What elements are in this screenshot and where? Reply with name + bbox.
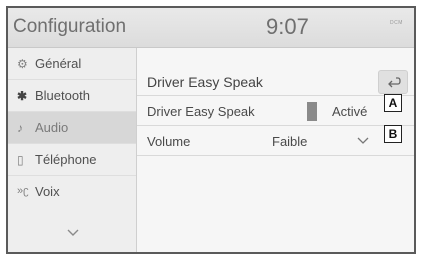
- settings-panel: Driver Easy Speak Driver Easy Speak Acti…: [137, 48, 414, 252]
- volume-label: Volume: [147, 134, 191, 149]
- back-button[interactable]: [378, 70, 408, 94]
- sidebar-item-label: Téléphone: [35, 152, 97, 167]
- chevron-down-icon[interactable]: [357, 137, 369, 145]
- music-note-icon: ♪: [17, 121, 23, 135]
- sidebar-item-label: Voix: [35, 184, 60, 199]
- driver-easy-speak-row[interactable]: Driver Easy Speak Activé: [137, 96, 414, 126]
- panel-heading: Driver Easy Speak: [137, 65, 414, 96]
- bluetooth-icon: ✱: [17, 89, 28, 103]
- volume-row[interactable]: Volume Faible: [137, 126, 414, 156]
- phone-icon: ▯: [17, 153, 24, 167]
- voice-icon: »ʗ: [17, 185, 29, 197]
- page-title: Configuration: [13, 16, 127, 37]
- chevron-down-icon[interactable]: [66, 227, 80, 239]
- clock: 9:07: [266, 14, 309, 39]
- sidebar-item-label: Audio: [35, 120, 69, 135]
- sidebar-item-voix[interactable]: »ʗ Voix: [8, 176, 136, 208]
- dcm-icon: DCM: [390, 20, 403, 26]
- sidebar-item-bluetooth[interactable]: ✱ Bluetooth: [8, 80, 136, 112]
- driver-easy-speak-label: Driver Easy Speak: [147, 104, 255, 119]
- panel-heading-label: Driver Easy Speak: [147, 74, 263, 90]
- sidebar-item-audio[interactable]: ♪ Audio: [8, 112, 136, 144]
- toggle-indicator[interactable]: [307, 102, 317, 121]
- sidebar-item-general[interactable]: ⚙ Général: [8, 48, 136, 80]
- sidebar: ⚙ Général ✱ Bluetooth ♪ Audio ▯ Téléphon…: [8, 48, 136, 252]
- volume-value: Faible: [272, 134, 308, 149]
- header-bar: Configuration 9:07 DCM: [8, 8, 414, 48]
- sidebar-item-label: Bluetooth: [35, 88, 90, 103]
- toggle-value: Activé: [332, 104, 368, 119]
- callout-label-b: B: [384, 125, 402, 143]
- sidebar-item-telephone[interactable]: ▯ Téléphone: [8, 144, 136, 176]
- back-arrow-icon: [388, 77, 401, 88]
- head-unit-screen: Configuration 9:07 DCM ⚙ Général ✱ Bluet…: [6, 6, 416, 254]
- sidebar-item-label: Général: [35, 56, 82, 71]
- gear-icon: ⚙: [17, 57, 28, 71]
- callout-label-a: A: [384, 94, 402, 112]
